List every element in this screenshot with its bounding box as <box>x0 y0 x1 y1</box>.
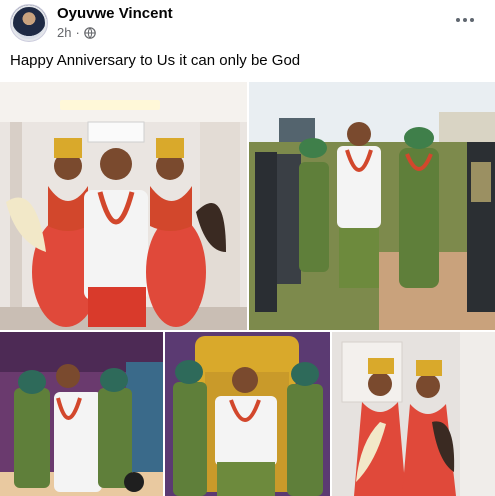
meta-separator: · <box>75 25 80 40</box>
post-header: Oyuvwe Vincent 2h · <box>0 0 495 44</box>
avatar[interactable] <box>10 4 48 42</box>
more-options-icon[interactable] <box>453 8 477 32</box>
photo-3[interactable] <box>0 332 163 496</box>
photo-4[interactable] <box>165 332 330 496</box>
photo-1[interactable] <box>0 82 247 330</box>
timestamp[interactable]: 2h <box>57 25 71 40</box>
photo-2[interactable] <box>249 82 495 330</box>
author-name[interactable]: Oyuvwe Vincent <box>57 5 173 22</box>
post-caption: Happy Anniversary to Us it can only be G… <box>10 52 301 69</box>
globe-icon[interactable] <box>84 26 96 39</box>
post-meta: 2h · <box>57 25 96 40</box>
photo-5[interactable] <box>332 332 495 496</box>
